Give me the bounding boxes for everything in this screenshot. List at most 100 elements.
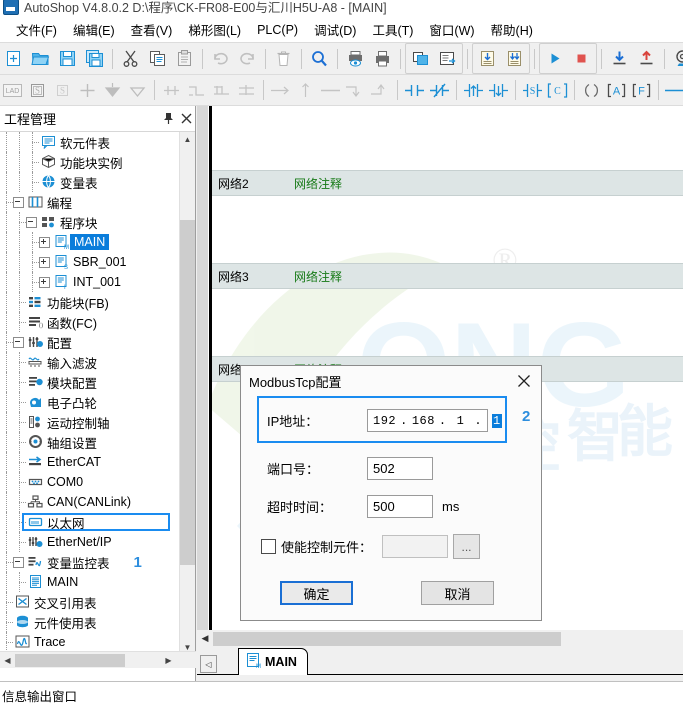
wire-icon[interactable]	[663, 78, 683, 103]
reset-coil-icon[interactable]: C	[545, 78, 570, 103]
menu-help[interactable]: 帮助(H)	[483, 17, 541, 42]
tree-item-ethercat[interactable]: EtherCAT	[0, 452, 180, 472]
save-all-icon[interactable]	[81, 45, 108, 72]
menu-debug[interactable]: 调试(D)	[306, 17, 364, 42]
search-icon[interactable]	[306, 45, 333, 72]
apply-box-icon[interactable]: A	[604, 78, 629, 103]
function-box-icon[interactable]: F	[629, 78, 654, 103]
menu-file[interactable]: 文件(F)	[8, 17, 65, 42]
close-icon[interactable]	[177, 109, 195, 129]
print-preview-icon[interactable]	[342, 45, 369, 72]
download-all-icon[interactable]	[501, 45, 528, 72]
editor-horizontal-scrollbar[interactable]: ◀	[197, 630, 683, 647]
cancel-button[interactable]: 取消	[421, 581, 494, 605]
upload-icon[interactable]	[633, 45, 660, 72]
monitor-icon[interactable]	[669, 45, 683, 72]
open-folder-icon[interactable]	[27, 45, 54, 72]
run-icon[interactable]	[541, 45, 568, 72]
tree-item-fc[interactable]: () 函数(FC)	[0, 312, 180, 332]
menu-plc[interactable]: PLC(P)	[249, 20, 306, 40]
tree-item-ecam[interactable]: 电子凸轮	[0, 392, 180, 412]
menu-ladder[interactable]: 梯形图(L)	[180, 17, 249, 42]
expand-icon[interactable]	[39, 256, 50, 268]
tree-item-ethernetip[interactable]: EtherNet/IP	[0, 532, 180, 552]
tab-main[interactable]: M MAIN	[238, 648, 308, 675]
set-coil-icon[interactable]: S	[520, 78, 545, 103]
expand-icon[interactable]	[39, 276, 50, 288]
tree-item-variable-table[interactable]: 变量表	[0, 172, 180, 192]
sfc-mode-icon[interactable]: S	[50, 78, 75, 103]
tree-item-module-config[interactable]: 模块配置	[0, 372, 180, 392]
tree-item-main[interactable]: M MAIN	[0, 232, 180, 252]
network-header-row[interactable]: 网络3 网络注释	[212, 263, 683, 289]
timeout-input[interactable]: 500	[367, 495, 433, 518]
tree-horizontal-scrollbar[interactable]: ◀ ▶	[0, 651, 196, 668]
scroll-thumb-h[interactable]	[213, 631, 561, 646]
save-icon[interactable]	[54, 45, 81, 72]
tree-item-fb-instance[interactable]: 功能块实例	[0, 152, 180, 172]
scroll-left-arrow[interactable]: ◀	[197, 631, 213, 647]
close-icon[interactable]	[507, 367, 541, 395]
network-comment[interactable]: 网络注释	[294, 268, 342, 285]
print-icon[interactable]	[369, 45, 396, 72]
tree-item-com0[interactable]: COM0	[0, 472, 180, 492]
menu-tools[interactable]: 工具(T)	[364, 17, 421, 42]
tree-item-int-001[interactable]: I INT_001	[0, 272, 180, 292]
lad-mode-icon[interactable]: LAD	[0, 78, 25, 103]
tree-item-ethernet[interactable]: 以太网	[0, 512, 180, 532]
coil-icon[interactable]	[579, 78, 604, 103]
scroll-right-arrow[interactable]: ▶	[161, 653, 176, 668]
rising-edge-icon[interactable]	[461, 78, 486, 103]
scroll-thumb[interactable]	[180, 220, 195, 565]
new-file-icon[interactable]	[0, 45, 27, 72]
enable-control-input[interactable]	[382, 535, 448, 558]
scroll-thumb-h[interactable]	[15, 653, 125, 667]
tree-item-input-filter[interactable]: 输入滤波	[0, 352, 180, 372]
window-tile-icon[interactable]	[434, 45, 461, 72]
menu-window[interactable]: 窗口(W)	[421, 17, 482, 42]
contact-no-icon[interactable]	[402, 78, 427, 103]
port-input[interactable]: 502	[367, 457, 433, 480]
download-icon[interactable]	[606, 45, 633, 72]
collapse-icon[interactable]	[13, 336, 24, 348]
menu-view[interactable]: 查看(V)	[123, 17, 181, 42]
scroll-left-arrow[interactable]: ◀	[0, 653, 15, 668]
tree-item-motion-axis[interactable]: 运动控制轴	[0, 412, 180, 432]
tree-item-element-usage[interactable]: 元件使用表	[0, 612, 180, 632]
collapse-icon[interactable]	[13, 556, 24, 568]
tree-item-watch-main[interactable]: MAIN	[0, 572, 180, 592]
download-program-icon[interactable]	[474, 45, 501, 72]
tree-item-trace[interactable]: Trace	[0, 632, 180, 652]
browse-button[interactable]: ...	[453, 534, 480, 559]
menu-edit[interactable]: 编辑(E)	[65, 17, 123, 42]
project-tree[interactable]: 软元件表 功能块实例 变量表 编程 程序块 M MAIN S SBR_001 I INT_001 功能…	[0, 132, 180, 655]
stop-icon[interactable]	[568, 45, 595, 72]
tree-item-watch-table[interactable]: 变量监控表 1	[0, 552, 180, 572]
tree-item-program-block[interactable]: 程序块	[0, 212, 180, 232]
pin-icon[interactable]	[159, 109, 177, 129]
collapse-icon[interactable]	[26, 216, 37, 228]
falling-edge-icon[interactable]	[486, 78, 511, 103]
tree-item-config[interactable]: 配置	[0, 332, 180, 352]
paste-icon[interactable]	[171, 45, 198, 72]
tree-item-fb[interactable]: 功能块(FB)	[0, 292, 180, 312]
copy-icon[interactable]	[144, 45, 171, 72]
contact-nc-icon[interactable]	[427, 78, 452, 103]
tree-vertical-scrollbar[interactable]: ▲ ▼	[179, 132, 195, 655]
enable-control-checkbox[interactable]	[261, 539, 276, 554]
tree-item-axis-group[interactable]: 轴组设置	[0, 432, 180, 452]
tree-item-can[interactable]: CAN(CANLink)	[0, 492, 180, 512]
stl-mode-icon[interactable]: S	[25, 78, 50, 103]
window-cascade-icon[interactable]	[407, 45, 434, 72]
tree-item-sbr-001[interactable]: S SBR_001	[0, 252, 180, 272]
expand-icon[interactable]	[39, 236, 50, 248]
ip-address-input[interactable]: 192 . 168 . 1 . 1	[367, 409, 502, 432]
tab-nav-left-icon[interactable]: ◁	[200, 655, 217, 673]
tree-item-device-table[interactable]: 软元件表	[0, 132, 180, 152]
network-header-row[interactable]: 网络2 网络注释	[212, 170, 683, 196]
cut-icon[interactable]	[117, 45, 144, 72]
tree-item-programming[interactable]: 编程	[0, 192, 180, 212]
scroll-up-arrow[interactable]: ▲	[180, 132, 195, 147]
ok-button[interactable]: 确定	[280, 581, 353, 605]
tree-item-cross-ref[interactable]: 交叉引用表	[0, 592, 180, 612]
